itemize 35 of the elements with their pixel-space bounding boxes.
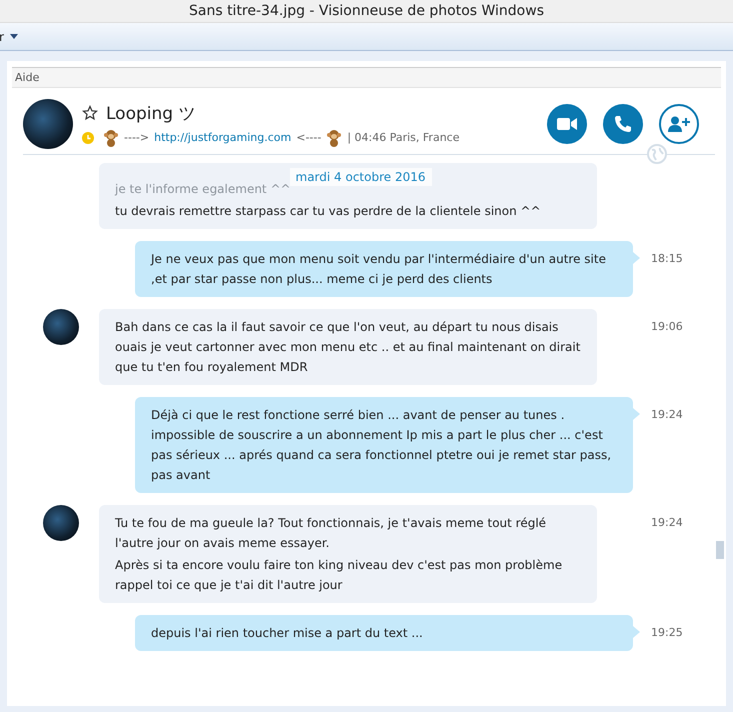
message-time: 19:24 bbox=[651, 516, 683, 529]
monkey-icon bbox=[326, 128, 342, 146]
message-text: depuis l'ai rien toucher mise a part du text ... bbox=[151, 625, 424, 642]
status-text: <---- bbox=[296, 131, 322, 144]
contact-name: Looping ツ bbox=[106, 102, 196, 124]
caret-icon bbox=[10, 34, 18, 39]
add-contact-button[interactable] bbox=[659, 104, 699, 144]
message-text: Tu te fou de ma gueule la? Tout fonctionnais, je t'avais meme tout réglé l'autre jour on avais meme essayer. bbox=[115, 515, 548, 552]
message-time: 18:15 bbox=[651, 252, 683, 265]
contact-avatar bbox=[23, 99, 73, 149]
message-text: Après si ta encore voulu faire ton king niveau dev c'est pas mon problème rappel toi ce que je t'ai dit l'autre jour bbox=[115, 557, 564, 594]
clock-icon bbox=[82, 132, 94, 144]
monkey-icon bbox=[103, 128, 119, 146]
message-time: 19:06 bbox=[651, 320, 683, 333]
local-time-text: | 04:46 Paris, France bbox=[347, 131, 460, 144]
call-button[interactable] bbox=[603, 104, 643, 144]
message-text: Bah dans ce cas la il faut savoir ce que l'on veut, au départ tu nous disais ouais je veut cartonner avec mon menu etc .. et au final maintenant on dirait que tu t'en fou royalement MDR bbox=[115, 319, 582, 376]
add-person-icon bbox=[668, 116, 690, 132]
video-camera-icon bbox=[557, 118, 577, 130]
message-text: Déjà ci que le rest fonctione serré bien ... avant de penser au tunes . impossible de souscrire a un abonnement Ip mis a part le plus cher ... c'est pas sérieux ... aprés quand ca sera fonctionnel ptetre oui je remet star pass, pas avant bbox=[151, 407, 612, 484]
message-text: je te l'informe egalement ^^ bbox=[115, 181, 292, 198]
message-text: Je ne veux pas que mon menu soit vendu par l'intermédiaire d'un autre site ,et par star passe non plus... meme ci je perd des clients bbox=[151, 251, 607, 288]
video-call-button[interactable] bbox=[547, 104, 587, 144]
menu-button[interactable]: r bbox=[0, 30, 18, 44]
star-icon[interactable] bbox=[82, 105, 98, 121]
scrollbar-thumb[interactable] bbox=[716, 541, 724, 559]
message-time: 19:24 bbox=[651, 408, 683, 421]
message-text: tu devrais remettre starpass car tu vas perdre de la clientele sinon ^^ bbox=[115, 203, 542, 220]
phone-icon bbox=[614, 115, 632, 133]
message-time: 19:25 bbox=[651, 626, 683, 639]
status-text: ----> bbox=[124, 131, 150, 144]
menu-item[interactable]: Aide bbox=[12, 71, 40, 84]
window-title: Sans titre-34.jpg - Visionneuse de photos Windows bbox=[188, 3, 544, 19]
date-header: mardi 4 octobre 2016 bbox=[290, 168, 432, 186]
status-link[interactable]: http://justforgaming.com bbox=[154, 131, 292, 144]
